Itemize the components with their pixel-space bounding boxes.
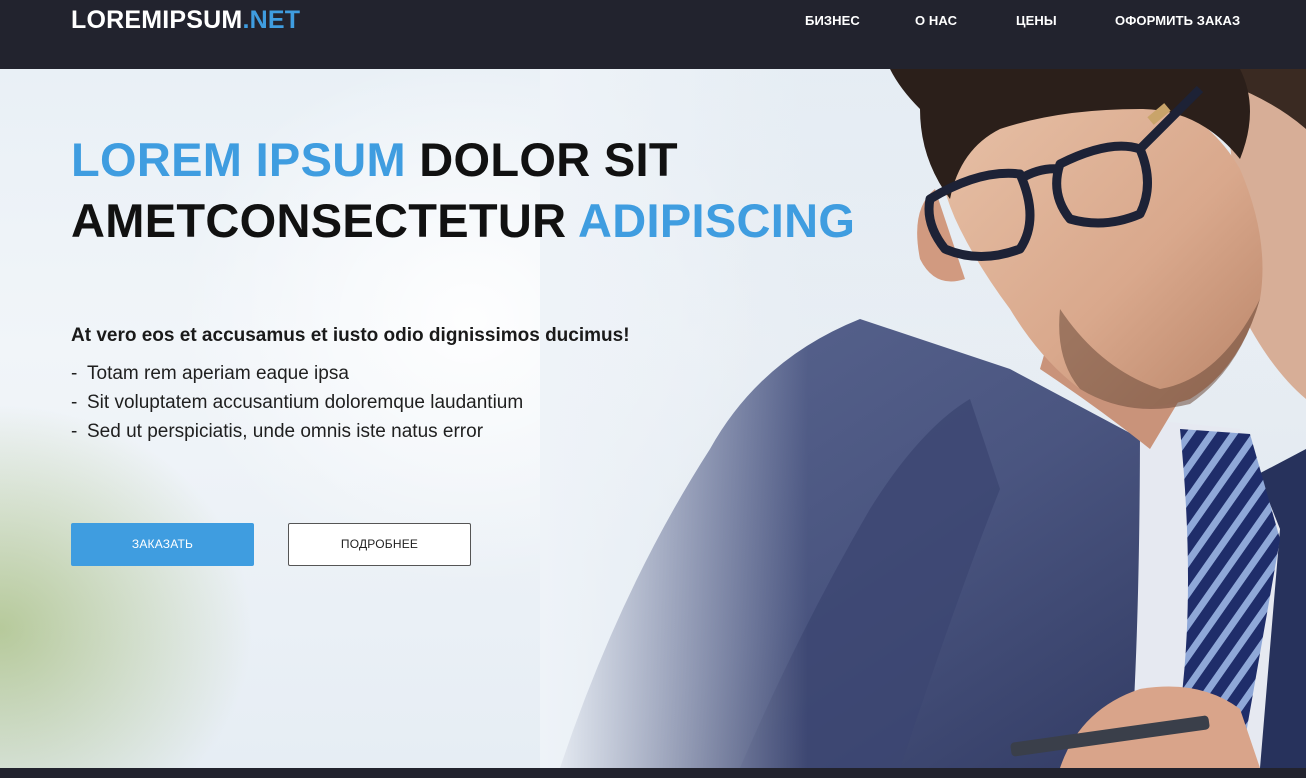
order-button[interactable]: ЗАКАЗАТЬ <box>71 523 254 566</box>
hero-title-highlight-1: LOREM IPSUM <box>71 133 406 186</box>
site-header: LOREMIPSUM.NET БИЗНЕС О НАС ЦЕНЫ ОФОРМИТ… <box>0 0 1306 69</box>
main-nav: БИЗНЕС О НАС ЦЕНЫ ОФОРМИТЬ ЗАКАЗ <box>0 13 1306 33</box>
list-item-text: Sed ut perspiciatis, unde omnis iste nat… <box>87 421 484 442</box>
nav-item-about[interactable]: О НАС <box>915 13 957 28</box>
list-item: - Sit voluptatem accusantium doloremque l… <box>71 388 523 417</box>
list-item: - Sed ut perspiciatis, unde omnis iste na… <box>71 417 523 446</box>
list-bullet: - <box>71 421 78 442</box>
landing-page: LOREMIPSUM.NET БИЗНЕС О НАС ЦЕНЫ ОФОРМИТ… <box>0 0 1306 778</box>
list-item-text: Sit voluptatem accusantium doloremque la… <box>87 392 524 413</box>
list-item-text: Totam rem aperiam eaque ipsa <box>87 363 349 384</box>
hero-title-highlight-2: ADIPISCING <box>578 194 856 247</box>
more-info-button[interactable]: ПОДРОБНЕЕ <box>288 523 471 566</box>
nav-item-order[interactable]: ОФОРМИТЬ ЗАКАЗ <box>1115 13 1240 28</box>
list-item: - Totam rem aperiam eaque ipsa <box>71 359 523 388</box>
hero-title-text-2: AMETCONSECTETUR <box>71 194 567 247</box>
list-bullet: - <box>71 363 78 384</box>
hero-section: LOREM IPSUM DOLOR SIT AMETCONSECTETUR AD… <box>0 69 1306 768</box>
feature-list: - Totam rem aperiam eaque ipsa - Sit volup… <box>71 359 523 446</box>
hero-title-text-1: DOLOR SIT <box>419 133 678 186</box>
nav-item-business[interactable]: БИЗНЕС <box>805 13 860 28</box>
bottom-section-edge <box>0 768 1306 778</box>
hero-title: LOREM IPSUM DOLOR SIT AMETCONSECTETUR AD… <box>71 129 891 251</box>
list-bullet: - <box>71 392 78 413</box>
hero-subtitle: At vero eos et accusamus et iusto odio d… <box>71 325 630 346</box>
nav-item-prices[interactable]: ЦЕНЫ <box>1016 13 1057 28</box>
